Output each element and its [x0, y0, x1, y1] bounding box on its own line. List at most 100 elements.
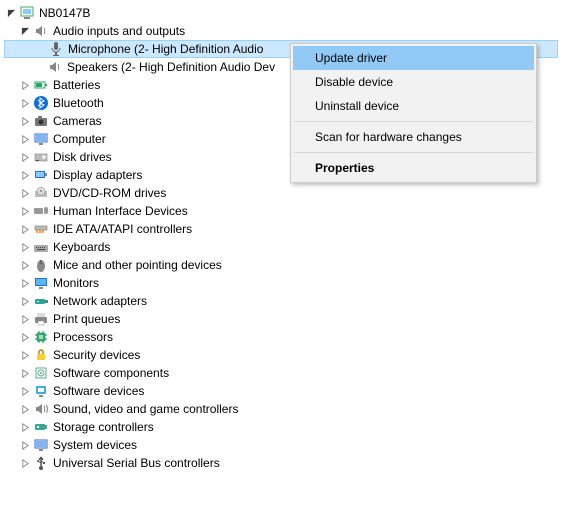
bluetooth-icon [33, 95, 49, 111]
expand-toggle[interactable] [18, 456, 32, 470]
tree-node-audio[interactable]: Audio inputs and outputs [4, 22, 558, 40]
tree-node-security[interactable]: Security devices [4, 346, 558, 364]
tree-label: Audio inputs and outputs [52, 22, 185, 40]
expand-toggle[interactable] [18, 330, 32, 344]
tree-root-row[interactable]: NB0147B [4, 4, 558, 22]
expand-toggle[interactable] [18, 402, 32, 416]
expand-toggle[interactable] [18, 276, 32, 290]
tree-node-monitors[interactable]: Monitors [4, 274, 558, 292]
printer-icon [33, 311, 49, 327]
tree-label: System devices [52, 436, 137, 454]
expand-toggle[interactable] [18, 258, 32, 272]
tree-node-storage[interactable]: Storage controllers [4, 418, 558, 436]
tree-node-keyboards[interactable]: Keyboards [4, 238, 558, 256]
computer-icon [33, 131, 49, 147]
expand-toggle[interactable] [18, 114, 32, 128]
tree-label: Sound, video and game controllers [52, 400, 238, 418]
software-device-icon [33, 383, 49, 399]
tree-node-hid[interactable]: Human Interface Devices [4, 202, 558, 220]
tree-label: Software components [52, 364, 169, 382]
usb-icon [33, 455, 49, 471]
processor-icon [33, 329, 49, 345]
expand-toggle[interactable] [4, 6, 18, 20]
speaker-icon [47, 59, 63, 75]
tree-label: Disk drives [52, 148, 112, 166]
tree-label: Print queues [52, 310, 120, 328]
tree-label: Display adapters [52, 166, 142, 184]
tree-label: Monitors [52, 274, 99, 292]
speaker-icon [33, 23, 49, 39]
system-device-icon [33, 437, 49, 453]
tree-root-label: NB0147B [38, 4, 90, 22]
tree-node-swdev[interactable]: Software devices [4, 382, 558, 400]
tree-node-dvd[interactable]: DVD/CD-ROM drives [4, 184, 558, 202]
expand-toggle[interactable] [18, 240, 32, 254]
tree-label: Storage controllers [52, 418, 154, 436]
monitor-icon [33, 275, 49, 291]
menu-scan-hardware[interactable]: Scan for hardware changes [293, 125, 534, 149]
tree-node-usb[interactable]: Universal Serial Bus controllers [4, 454, 558, 472]
tree-label: Human Interface Devices [52, 202, 188, 220]
expand-toggle[interactable] [18, 186, 32, 200]
expand-toggle[interactable] [18, 366, 32, 380]
expand-toggle[interactable] [18, 204, 32, 218]
dvd-icon [33, 185, 49, 201]
software-component-icon [33, 365, 49, 381]
expand-toggle[interactable] [18, 222, 32, 236]
tree-label: Speakers (2- High Definition Audio Dev [66, 58, 275, 76]
expand-toggle[interactable] [18, 150, 32, 164]
menu-disable-device[interactable]: Disable device [293, 70, 534, 94]
menu-uninstall-device[interactable]: Uninstall device [293, 94, 534, 118]
tree-node-swcomp[interactable]: Software components [4, 364, 558, 382]
hid-icon [33, 203, 49, 219]
storage-controller-icon [33, 419, 49, 435]
menu-separator [294, 121, 533, 122]
battery-icon [33, 77, 49, 93]
computer-root-icon [19, 5, 35, 21]
sound-icon [33, 401, 49, 417]
tree-label: Computer [52, 130, 106, 148]
expand-toggle[interactable] [18, 132, 32, 146]
context-menu: Update driver Disable device Uninstall d… [290, 43, 537, 183]
tree-node-print[interactable]: Print queues [4, 310, 558, 328]
tree-label: Mice and other pointing devices [52, 256, 222, 274]
expand-toggle[interactable] [18, 96, 32, 110]
tree-node-system[interactable]: System devices [4, 436, 558, 454]
expand-toggle[interactable] [18, 312, 32, 326]
tree-label: Bluetooth [52, 94, 104, 112]
tree-node-processors[interactable]: Processors [4, 328, 558, 346]
disk-icon [33, 149, 49, 165]
expand-toggle[interactable] [18, 294, 32, 308]
menu-properties[interactable]: Properties [293, 156, 534, 180]
tree-label: Cameras [52, 112, 102, 130]
expand-toggle[interactable] [18, 168, 32, 182]
expand-toggle[interactable] [18, 348, 32, 362]
expand-toggle[interactable] [18, 420, 32, 434]
menu-update-driver[interactable]: Update driver [293, 46, 534, 70]
tree-label: Batteries [52, 76, 100, 94]
tree-label: DVD/CD-ROM drives [52, 184, 166, 202]
tree-node-sound[interactable]: Sound, video and game controllers [4, 400, 558, 418]
tree-node-network[interactable]: Network adapters [4, 292, 558, 310]
tree-label: Software devices [52, 382, 144, 400]
tree-label: Universal Serial Bus controllers [52, 454, 220, 472]
display-adapter-icon [33, 167, 49, 183]
keyboard-icon [33, 239, 49, 255]
tree-label: Processors [52, 328, 113, 346]
menu-separator [294, 152, 533, 153]
expand-toggle[interactable] [18, 384, 32, 398]
mouse-icon [33, 257, 49, 273]
expand-toggle[interactable] [18, 438, 32, 452]
expand-toggle[interactable] [18, 78, 32, 92]
tree-label: Microphone (2- High Definition Audio [67, 40, 263, 58]
network-icon [33, 293, 49, 309]
tree-node-ide[interactable]: IDE ATA/ATAPI controllers [4, 220, 558, 238]
ide-icon [33, 221, 49, 237]
security-icon [33, 347, 49, 363]
microphone-icon [48, 41, 64, 57]
tree-label: Network adapters [52, 292, 147, 310]
expand-toggle[interactable] [18, 24, 32, 38]
tree-label: Keyboards [52, 238, 110, 256]
tree-label: Security devices [52, 346, 140, 364]
tree-node-mice[interactable]: Mice and other pointing devices [4, 256, 558, 274]
